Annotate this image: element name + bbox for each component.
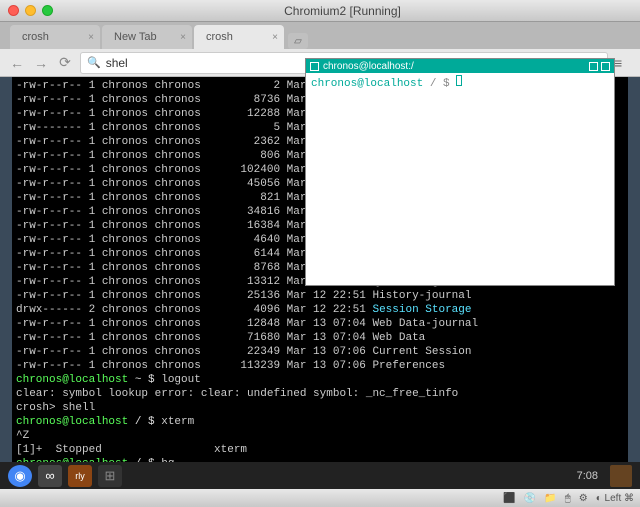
window-title: Chromium2 [Running]: [53, 4, 632, 18]
status-icon: 💿: [524, 493, 536, 504]
browser-tab-active[interactable]: crosh ×: [194, 25, 284, 49]
clock[interactable]: 7:08: [577, 470, 598, 482]
maximize-button[interactable]: [42, 5, 53, 16]
tabs-row: crosh × New Tab × crosh × ▱: [0, 22, 640, 49]
browser-tab[interactable]: New Tab ×: [102, 25, 192, 49]
tab-label: New Tab: [114, 31, 157, 43]
status-icon: 🖱: [565, 493, 571, 504]
chrome-icon[interactable]: ◉: [8, 465, 32, 487]
host-key: ◐ Left ⌘: [596, 493, 634, 504]
xterm-menu-icon[interactable]: [310, 62, 319, 71]
xterm-iconify-icon[interactable]: [589, 62, 598, 71]
tab-label: crosh: [22, 31, 49, 43]
search-icon: 🔍: [87, 56, 101, 69]
menu-button[interactable]: ≡: [614, 55, 632, 71]
close-icon[interactable]: ×: [272, 32, 278, 43]
close-button[interactable]: [8, 5, 19, 16]
xterm-window[interactable]: chronos@localhost:/ chronos@localhost / …: [305, 58, 615, 286]
new-tab-button[interactable]: ▱: [288, 33, 308, 49]
xterm-prompt-path: / $: [423, 78, 456, 90]
xterm-title: chronos@localhost:/: [323, 61, 414, 72]
apps-grid-icon[interactable]: ⊞: [98, 465, 122, 487]
status-icon: 📁: [544, 493, 556, 504]
app-icon[interactable]: ∞: [38, 465, 62, 487]
status-icon: ⚙: [579, 493, 588, 504]
close-icon[interactable]: ×: [88, 32, 94, 43]
tab-label: crosh: [206, 31, 233, 43]
vm-statusbar: ⬛ 💿 📁 🖱 ⚙ ◐ Left ⌘: [0, 489, 640, 507]
close-icon[interactable]: ×: [180, 32, 186, 43]
minimize-button[interactable]: [25, 5, 36, 16]
forward-button[interactable]: →: [32, 54, 50, 72]
xterm-prompt-user: chronos@localhost: [311, 78, 423, 90]
reload-button[interactable]: ⟳: [56, 54, 74, 72]
browser-tab[interactable]: crosh ×: [10, 25, 100, 49]
xterm-resize-icon[interactable]: [601, 62, 610, 71]
traffic-lights: [8, 5, 53, 16]
app-icon[interactable]: rly: [68, 465, 92, 487]
taskbar: ◉ ∞ rly ⊞ 7:08: [0, 462, 640, 489]
mac-titlebar: Chromium2 [Running]: [0, 0, 640, 22]
back-button[interactable]: ←: [8, 54, 26, 72]
xterm-titlebar[interactable]: chronos@localhost:/: [306, 59, 614, 73]
xterm-body[interactable]: chronos@localhost / $: [306, 73, 614, 92]
cursor-icon: [456, 75, 462, 86]
status-icon: ⬛: [503, 493, 515, 504]
avatar[interactable]: [610, 465, 632, 487]
